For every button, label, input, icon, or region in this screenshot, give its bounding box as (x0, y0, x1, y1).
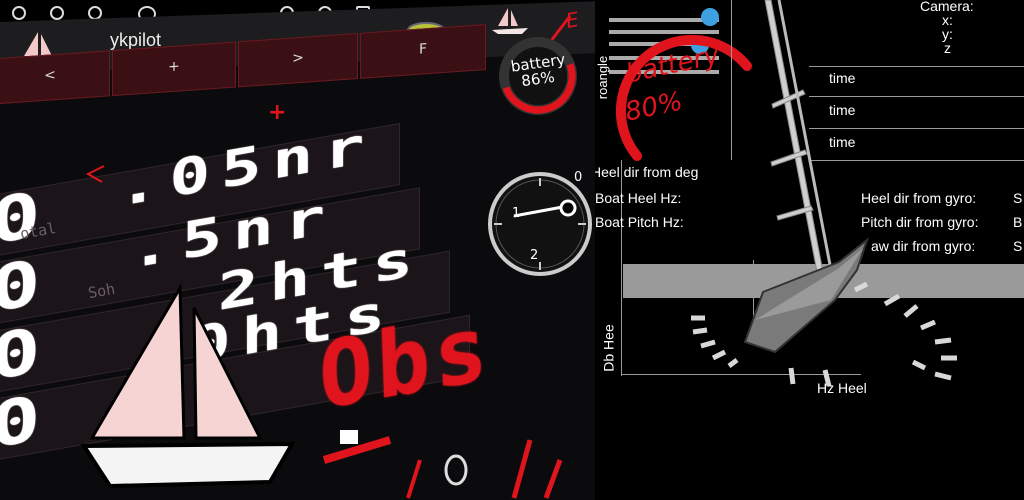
red-stroke-decoration (322, 430, 563, 499)
plus-button[interactable]: + (112, 41, 236, 97)
prev-button[interactable]: < (0, 50, 110, 105)
red-arrow-icon (85, 165, 105, 183)
sailboat-icon (80, 282, 296, 489)
notification-icon (12, 6, 26, 20)
digit-column: 0 (0, 379, 52, 463)
left-panel: ykpilot E < + > F + battery 86% 0 0 0 0 … (0, 0, 595, 500)
gauge-tick-2: 2 (530, 248, 539, 263)
right-panel: battery 80% roangle Camera: x: y: z time… (595, 0, 1024, 500)
gauge-tick-0: 0 (574, 170, 583, 185)
boat-3d-view (691, 0, 957, 387)
gauge-tick-1: 1 (512, 206, 521, 221)
notification-icon (50, 6, 64, 20)
red-plus-mark: + (268, 100, 287, 125)
f-button[interactable]: F (360, 24, 486, 79)
next-button[interactable]: > (238, 32, 358, 88)
